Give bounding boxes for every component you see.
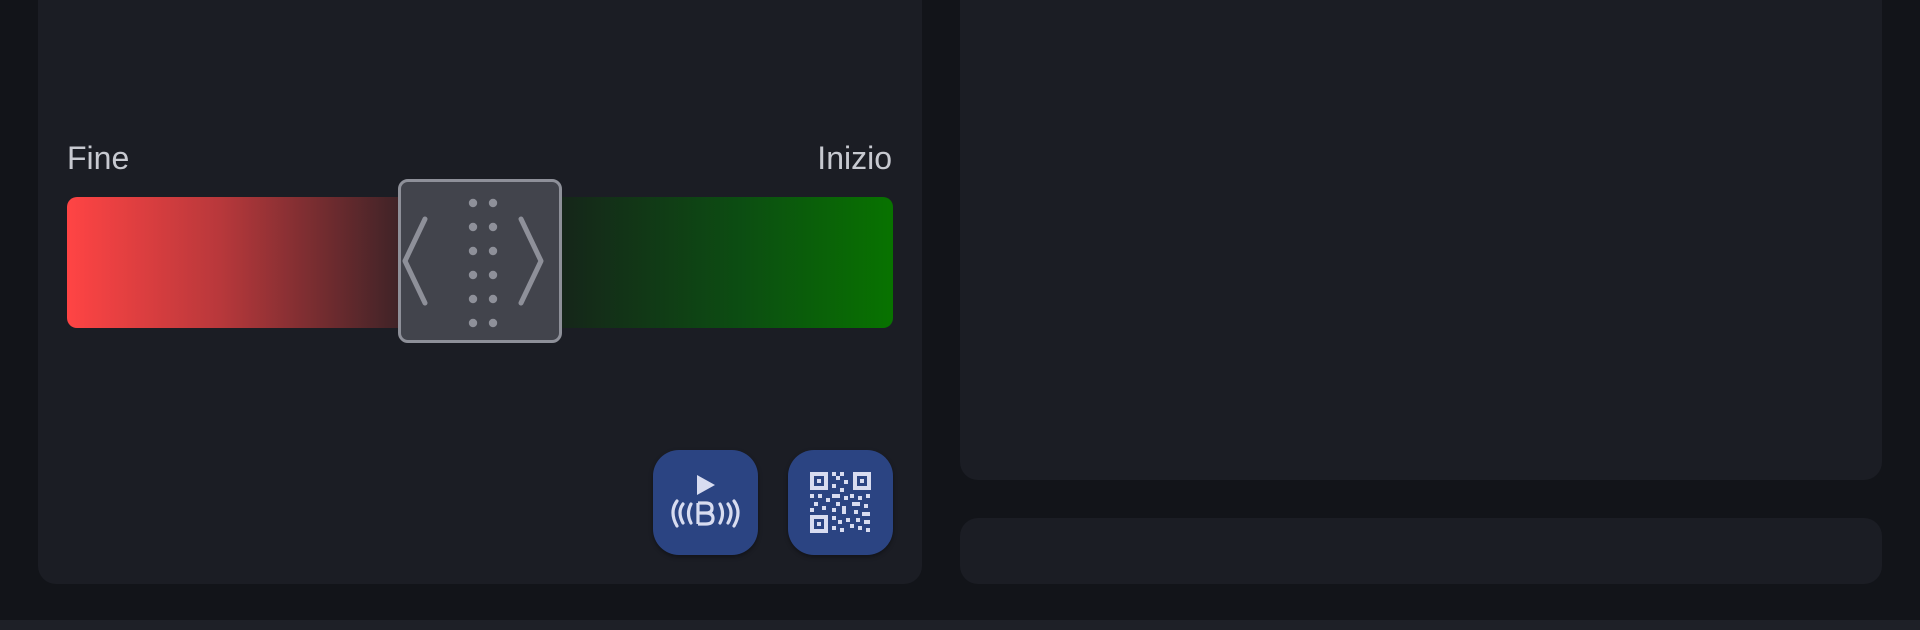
slider-end-label: Fine (67, 140, 130, 176)
app-root: Fine Inizio (0, 0, 1920, 630)
play-broadcast-icon (671, 475, 740, 528)
slider-start-label: Inizio (817, 140, 892, 176)
bottom-bar (0, 620, 1920, 630)
qr-code-button[interactable] (788, 450, 893, 555)
qr-code-icon (810, 472, 871, 533)
broadcast-button[interactable] (653, 450, 758, 555)
slider-handle[interactable] (398, 179, 562, 343)
drag-handle-icon (402, 198, 544, 328)
preview-panel (960, 0, 1882, 480)
status-panel (960, 518, 1882, 584)
slider-track-start-zone (553, 197, 893, 328)
slider-track-end-zone (67, 197, 407, 328)
